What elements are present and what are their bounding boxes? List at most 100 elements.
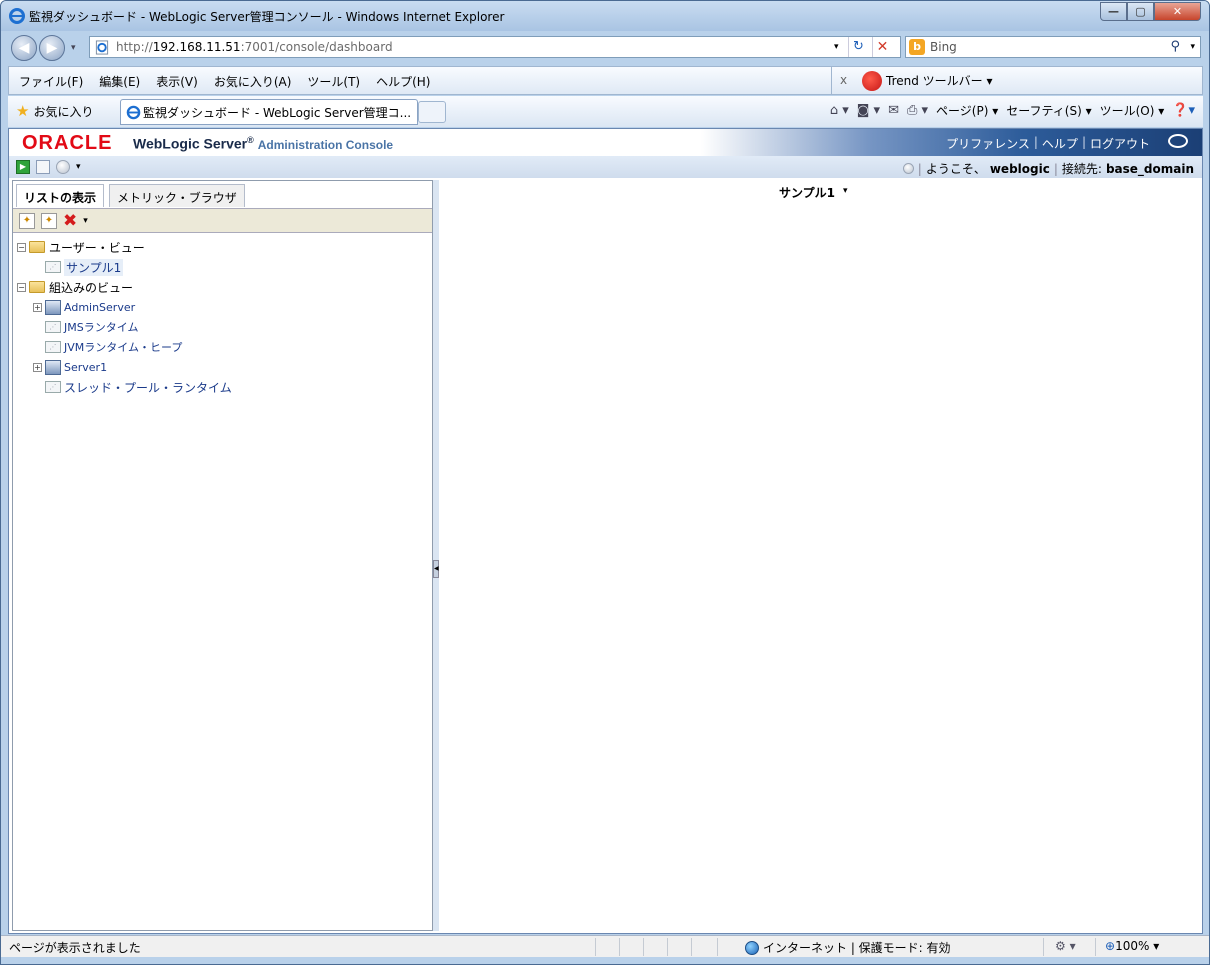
mail-icon[interactable]: ✉ xyxy=(888,103,899,118)
toolbar-dropdown-icon[interactable]: ▾ xyxy=(83,216,88,226)
bing-logo-icon: b xyxy=(909,39,925,55)
tree-node[interactable]: − 組込みのビュー xyxy=(13,277,432,297)
forward-button[interactable]: ▶ xyxy=(39,35,65,61)
zoom-level[interactable]: ⊕100% ▾ xyxy=(1105,939,1159,953)
panel-splitter[interactable]: ◀ xyxy=(433,180,439,931)
ie-logo-icon xyxy=(9,8,25,24)
maximize-button[interactable]: ▢ xyxy=(1127,2,1154,21)
tools-menu[interactable]: ツール(O) ▾ xyxy=(1100,102,1165,119)
console-subtitle: Administration Console xyxy=(257,137,394,152)
safety-menu[interactable]: セーフティ(S) ▾ xyxy=(1006,102,1091,119)
view-toolbar: ✦ ✦ ✖ ▾ xyxy=(13,208,432,233)
console-header: ORACLE WebLogic Server® Administration Co… xyxy=(9,129,1202,156)
menu-view[interactable]: 表示(V) xyxy=(156,73,198,90)
zone-label: インターネット | 保護モード: 有効 xyxy=(763,941,951,955)
collapse-icon[interactable]: − xyxy=(17,242,26,252)
tree-node-label[interactable]: 組込みのビュー xyxy=(49,279,133,296)
chart-view-icon: ⋰ xyxy=(45,261,61,273)
menu-help[interactable]: ヘルプ(H) xyxy=(376,73,430,90)
search-dropdown-icon[interactable]: ▾ xyxy=(1190,42,1195,52)
help-icon[interactable]: ❓▾ xyxy=(1172,103,1195,118)
tree-node-label[interactable]: JVMランタイム・ヒープ xyxy=(64,339,182,355)
search-box[interactable]: b Bing ⚲ ▾ xyxy=(905,36,1201,58)
expand-icon[interactable]: + xyxy=(33,302,42,312)
ie-window: 監視ダッシュボード - WebLogic Server管理コンソール - Win… xyxy=(0,0,1210,965)
tab-view-list[interactable]: リストの表示 xyxy=(16,184,105,207)
zoom-value: 100% xyxy=(1115,939,1150,953)
search-icon[interactable]: ⚲ xyxy=(1170,39,1180,54)
address-dropdown-icon[interactable]: ▾ xyxy=(834,42,839,52)
tree-node[interactable]: + AdminServer xyxy=(13,297,432,317)
feeds-icon[interactable]: ◙ ▾ xyxy=(857,103,880,118)
menu-tools[interactable]: ツール(T) xyxy=(307,73,360,90)
stop-recording-icon[interactable] xyxy=(36,160,50,174)
view-tree: − ユーザー・ビュー ⋰ サンプル1− 組込みのビュー + AdminServer ⋰ JMSラ… xyxy=(13,237,432,397)
logout-link[interactable]: ログアウト xyxy=(1090,135,1150,152)
status-message: ページが表示されました xyxy=(9,941,141,955)
tree-node[interactable]: ⋰ JVMランタイム・ヒープ xyxy=(13,337,432,357)
close-window-button[interactable]: ✕ xyxy=(1154,2,1201,21)
options-dropdown-icon[interactable]: ▾ xyxy=(76,162,81,172)
back-button[interactable]: ◀ xyxy=(11,35,37,61)
history-dropdown-icon[interactable]: ▾ xyxy=(71,43,76,53)
trend-toolbar: x Trend ツールバー ▾ xyxy=(831,67,1203,94)
title-bar: 監視ダッシュボード - WebLogic Server管理コンソール - Win… xyxy=(1,1,1209,31)
home-icon[interactable]: ⌂ ▾ xyxy=(830,103,849,118)
refresh-icon[interactable]: ↻ xyxy=(848,37,868,57)
tree-node-label[interactable]: ユーザー・ビュー xyxy=(49,239,145,256)
chart-view-icon: ⋰ xyxy=(45,321,61,333)
trend-toolbar-button[interactable]: Trend ツールバー ▾ xyxy=(886,72,993,89)
delete-icon[interactable]: ✖ xyxy=(63,212,77,229)
tree-node-label[interactable]: AdminServer xyxy=(64,301,135,314)
tree-node[interactable]: ⋰ サンプル1 xyxy=(13,257,432,277)
stop-icon[interactable]: ✕ xyxy=(872,37,892,57)
start-icon[interactable]: ▶ xyxy=(16,160,30,174)
connection-status-icon xyxy=(902,163,914,174)
tab-title: 監視ダッシュボード - WebLogic Server管理コ... xyxy=(143,106,412,120)
new-tab-button[interactable] xyxy=(418,101,446,123)
menu-bar: ファイル(F) 編集(E) 表示(V) お気に入り(A) ツール(T) ヘルプ(… xyxy=(8,66,1203,95)
console-toolbar: ▶ ▾ | ようこそ、 weblogic | 接続先: base_domain xyxy=(9,156,1202,178)
tree-node[interactable]: − ユーザー・ビュー xyxy=(13,237,432,257)
status-light-icon[interactable] xyxy=(56,160,70,174)
ie-page-icon xyxy=(126,105,141,120)
menu-edit[interactable]: 編集(E) xyxy=(99,73,140,90)
tree-node-label[interactable]: Server1 xyxy=(64,361,107,374)
new-folder-icon[interactable]: ✦ xyxy=(41,212,57,229)
page-menu[interactable]: ページ(P) ▾ xyxy=(936,102,998,119)
connected-label: 接続先: xyxy=(1061,162,1102,176)
address-bar[interactable]: http://192.168.11.51:7001/console/dashbo… xyxy=(89,36,901,58)
tab-metric-browser[interactable]: メトリック・ブラウザ xyxy=(109,184,245,207)
trend-close-icon[interactable]: x xyxy=(840,73,847,87)
welcome-label: ようこそ、 xyxy=(925,162,986,176)
status-bar: ページが表示されました インターネット | 保護モード: 有効 ⚙ ▾ ⊕100… xyxy=(1,935,1209,957)
menu-file[interactable]: ファイル(F) xyxy=(19,73,83,90)
favorites-button[interactable]: ★ お気に入り xyxy=(16,102,93,120)
tree-node-label[interactable]: JMSランタイム xyxy=(64,319,139,335)
collapse-icon[interactable]: − xyxy=(17,282,26,292)
minimize-button[interactable]: — xyxy=(1100,2,1127,21)
help-link[interactable]: ヘルプ xyxy=(1042,135,1078,152)
preferences-link[interactable]: プリファレンス xyxy=(946,135,1030,152)
welcome-area: | ようこそ、 weblogic | 接続先: base_domain xyxy=(902,160,1194,177)
menu-favorites[interactable]: お気に入り(A) xyxy=(214,73,292,90)
tree-node[interactable]: ⋰ JMSランタイム xyxy=(13,317,432,337)
collapse-handle-icon[interactable]: ◀ xyxy=(433,560,439,578)
folder-icon xyxy=(29,281,45,293)
browser-tab[interactable]: 監視ダッシュボード - WebLogic Server管理コ... xyxy=(120,99,418,125)
tree-node[interactable]: ⋰ スレッド・プール・ランタイム xyxy=(13,377,432,397)
view-header: サンプル1 ▾ xyxy=(779,184,848,201)
globe-icon xyxy=(745,940,759,955)
expand-icon[interactable]: + xyxy=(33,362,42,372)
view-title: サンプル1 xyxy=(779,186,835,200)
folder-icon xyxy=(29,241,45,253)
trend-logo-icon xyxy=(862,71,882,91)
print-icon[interactable]: ⎙ ▾ xyxy=(907,103,928,118)
tree-node-label[interactable]: サンプル1 xyxy=(64,258,124,276)
protected-mode-icon[interactable]: ⚙ ▾ xyxy=(1055,939,1076,953)
view-menu-dropdown-icon[interactable]: ▾ xyxy=(843,184,848,201)
security-zone[interactable]: インターネット | 保護モード: 有効 xyxy=(745,939,951,956)
tree-node[interactable]: + Server1 xyxy=(13,357,432,377)
tree-node-label[interactable]: スレッド・プール・ランタイム xyxy=(64,379,232,396)
new-view-icon[interactable]: ✦ xyxy=(19,212,35,229)
